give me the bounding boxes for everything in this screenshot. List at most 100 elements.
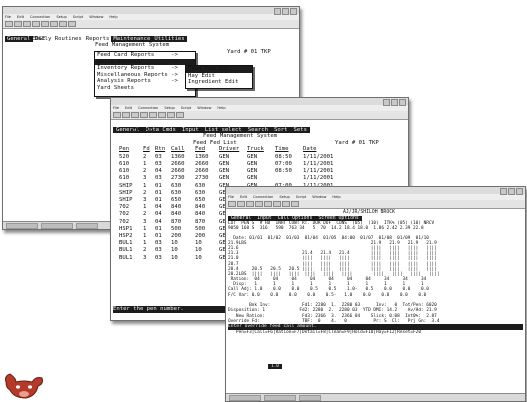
toolbar-button[interactable] xyxy=(176,112,184,118)
close-icon[interactable] xyxy=(516,188,523,195)
table-cell: 1 xyxy=(143,160,147,167)
maximize-icon[interactable] xyxy=(508,188,515,195)
menu-edit[interactable]: Edit xyxy=(17,14,24,20)
menu-input[interactable]: Input xyxy=(178,127,202,134)
toolbar-button[interactable] xyxy=(291,201,299,207)
table-cell: SHIP xyxy=(119,196,133,203)
menu-item-analysis-reports[interactable]: Analysis Reports -> xyxy=(95,78,195,85)
menu-item-miscellaneous-reports[interactable]: Miscellaneous Reports -> xyxy=(95,72,195,79)
menu-script[interactable]: Script xyxy=(296,194,306,200)
menu-item-daily-reports[interactable]: Daily Reports -> xyxy=(95,58,195,66)
toolbar-button[interactable] xyxy=(41,21,49,27)
table-cell: 610 xyxy=(119,160,130,167)
table-cell: 2 xyxy=(143,211,147,218)
menu-script[interactable]: Script xyxy=(181,105,191,111)
menu-item-inventory-reports[interactable]: Inventory Reports -> xyxy=(95,65,195,72)
toolbar-button[interactable] xyxy=(23,21,31,27)
menu-window[interactable]: Window xyxy=(197,105,211,111)
minimize-icon[interactable] xyxy=(383,99,390,106)
table-cell: 07:00 xyxy=(275,160,292,167)
title-bar[interactable] xyxy=(226,187,525,195)
menu-item-hay-edit[interactable]: Hay Edit xyxy=(186,73,252,80)
menu-item-feed-card-reports[interactable]: Feed Card Reports -> xyxy=(95,52,195,59)
toolbar-button[interactable] xyxy=(14,21,22,27)
table-cell: 2660 xyxy=(171,160,185,167)
menu-setup[interactable]: Setup xyxy=(56,14,66,20)
toolbar-button[interactable] xyxy=(131,112,139,118)
menu-setup[interactable]: Setup xyxy=(279,194,289,200)
table-cell: GEN xyxy=(219,160,230,167)
menu-file[interactable]: File xyxy=(5,14,11,20)
toolbar-button[interactable] xyxy=(158,112,166,118)
override-feed-input[interactable]: 1.0 xyxy=(268,364,282,370)
close-icon[interactable] xyxy=(290,8,297,15)
close-icon[interactable] xyxy=(399,99,406,106)
toolbar-button[interactable] xyxy=(5,21,13,27)
table-cell: 702 xyxy=(119,211,130,218)
table-cell: 03 xyxy=(155,175,162,182)
menu-item-feed-fed-edit[interactable]: Feed Fed Edit xyxy=(186,66,252,73)
menu-item-ingredient-edit[interactable]: Ingredient Edit xyxy=(186,79,252,86)
menu-help[interactable]: Help xyxy=(217,105,225,111)
table-cell: 01 xyxy=(155,182,162,189)
maximize-icon[interactable] xyxy=(282,8,289,15)
menu-file[interactable]: File xyxy=(113,105,119,111)
menu-edit[interactable]: Edit xyxy=(240,194,247,200)
menu-item-yard-sheets[interactable]: Yard Sheets xyxy=(95,85,195,92)
table-cell: HSP1 xyxy=(119,225,133,232)
column-header: Driver xyxy=(219,145,240,152)
toolbar-button[interactable] xyxy=(246,201,254,207)
summary-line: Override Fd: TBF: 0 4. 0 Pr: S Cl: Prj G… xyxy=(228,318,440,324)
menu-help[interactable]: Help xyxy=(332,194,340,200)
menu-help[interactable]: Help xyxy=(109,14,117,20)
table-cell: 630 xyxy=(171,189,182,196)
table-cell: 1 xyxy=(143,182,147,189)
toolbar xyxy=(3,20,299,29)
table-cell: 1 xyxy=(143,225,147,232)
toolbar-button[interactable] xyxy=(122,112,130,118)
toolbar-button[interactable] xyxy=(32,21,40,27)
toolbar-button[interactable] xyxy=(149,112,157,118)
menu-connection[interactable]: Connection xyxy=(30,14,50,20)
menu-sets[interactable]: Sets xyxy=(290,127,310,134)
table-row[interactable]: 610 1 03 2660 2660 GEN GEN 07:00 1/11/2001 xyxy=(113,161,406,168)
toolbar-button[interactable] xyxy=(273,201,281,207)
table-cell: 500 xyxy=(171,225,182,232)
function-key-legend: Pen=F3|Call=F6|Ration=F7|Detail=F8|Clean… xyxy=(228,330,421,336)
minimize-icon[interactable] xyxy=(274,8,281,15)
table-cell: 1/11/2001 xyxy=(303,153,334,160)
toolbar-button[interactable] xyxy=(113,112,121,118)
table-row[interactable]: 520 2 03 1360 1360 GEN GEN 08:50 1/11/2001 xyxy=(113,154,406,161)
title-bar[interactable] xyxy=(3,7,299,15)
toolbar-button[interactable] xyxy=(59,21,67,27)
menu-window[interactable]: Window xyxy=(89,14,103,20)
menu-setup[interactable]: Setup xyxy=(164,105,174,111)
column-header: Date xyxy=(303,145,317,152)
toolbar-button[interactable] xyxy=(228,201,236,207)
menu-script[interactable]: Script xyxy=(73,14,83,20)
table-cell: 1/11/2001 xyxy=(303,160,334,167)
minimize-icon[interactable] xyxy=(500,188,507,195)
table-cell: 10 xyxy=(171,254,178,261)
title-bar[interactable] xyxy=(111,98,408,106)
toolbar-button[interactable] xyxy=(167,112,175,118)
toolbar-button[interactable] xyxy=(237,201,245,207)
toolbar-button[interactable] xyxy=(264,201,272,207)
menu-file[interactable]: File xyxy=(228,194,234,200)
table-cell: 2730 xyxy=(171,175,185,182)
toolbar-button[interactable] xyxy=(140,112,148,118)
toolbar-button[interactable] xyxy=(282,201,290,207)
maximize-icon[interactable] xyxy=(391,99,398,106)
toolbar-button[interactable] xyxy=(50,21,58,27)
toolbar-button[interactable] xyxy=(255,201,263,207)
toolbar-button[interactable] xyxy=(68,21,76,27)
table-cell: 1 xyxy=(143,204,147,211)
table-row[interactable]: 610 3 03 2730 2730 GEN GEN 1/11/2001 xyxy=(113,175,406,182)
menu-window[interactable]: Window xyxy=(312,194,326,200)
table-cell: 01 xyxy=(155,225,162,232)
menu-edit[interactable]: Edit xyxy=(125,105,132,111)
table-row[interactable]: 610 2 04 2660 2660 GEN GEN 08:50 1/11/2001 xyxy=(113,168,406,175)
table-cell: 200 xyxy=(195,232,206,239)
menu-connection[interactable]: Connection xyxy=(253,194,273,200)
menu-connection[interactable]: Connection xyxy=(138,105,158,111)
